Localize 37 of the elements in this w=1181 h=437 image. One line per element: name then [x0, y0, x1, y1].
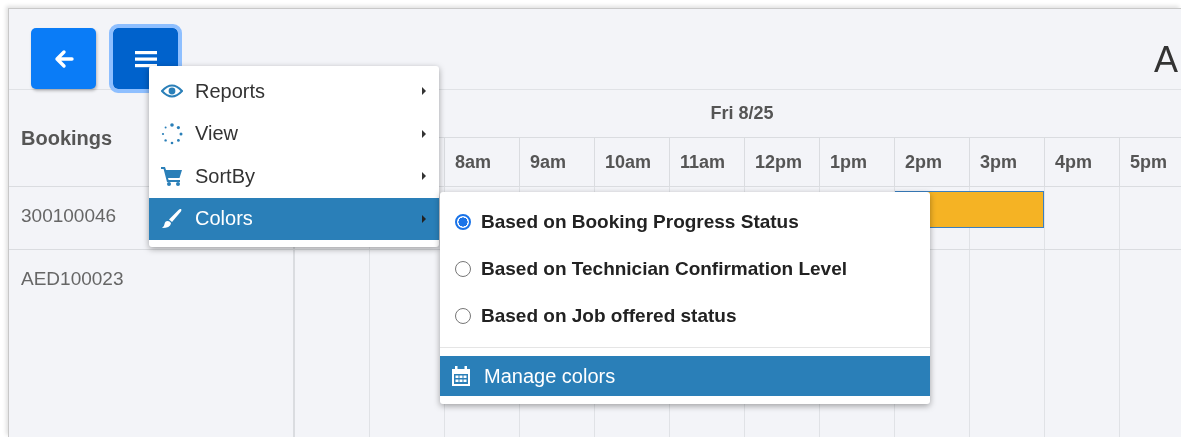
page-title: A — [1154, 39, 1178, 81]
radio-option[interactable]: Based on Technician Confirmation Level — [440, 245, 930, 292]
back-arrow-icon — [52, 48, 75, 69]
radio-button[interactable] — [455, 307, 471, 324]
radio-option[interactable]: Based on Booking Progress Status — [440, 198, 930, 245]
spinner-icon — [161, 122, 183, 145]
hour-header: 11am — [680, 151, 726, 173]
hour-header: 3pm — [980, 151, 1017, 173]
cart-icon — [161, 166, 183, 187]
paintbrush-icon — [161, 208, 183, 229]
caret-icon — [421, 213, 427, 224]
hour-header: 9am — [530, 151, 567, 173]
menu-item[interactable]: View — [149, 112, 439, 155]
booking-id: 300100046 — [21, 205, 117, 226]
hour-header: 12pm — [755, 151, 803, 173]
caret-icon — [421, 171, 427, 182]
radio-button[interactable] — [455, 260, 471, 277]
booking-id: AED100023 — [21, 268, 124, 289]
radio-button[interactable] — [455, 213, 471, 230]
menu-item[interactable]: SortBy — [149, 155, 439, 198]
hour-header: 5pm — [1130, 151, 1167, 173]
menu-item[interactable]: Reports — [149, 70, 439, 113]
caret-icon — [421, 86, 427, 97]
date-header: Fri 8/25 — [710, 103, 774, 124]
hour-header: 4pm — [1055, 151, 1092, 173]
column-header: Bookings — [21, 126, 113, 150]
back-button[interactable] — [31, 28, 96, 89]
menu-item[interactable]: Colors — [149, 197, 439, 240]
hour-header: 8am — [455, 151, 492, 173]
hour-header: 10am — [605, 151, 652, 173]
eye-icon — [161, 83, 183, 100]
calendar-icon — [452, 366, 470, 386]
hour-header: 1pm — [830, 151, 867, 173]
manage-colors-item[interactable]: Manage colors — [440, 356, 930, 396]
hour-header: 2pm — [905, 151, 942, 173]
radio-option[interactable]: Based on Job offered status — [440, 292, 930, 339]
caret-icon — [421, 128, 427, 139]
